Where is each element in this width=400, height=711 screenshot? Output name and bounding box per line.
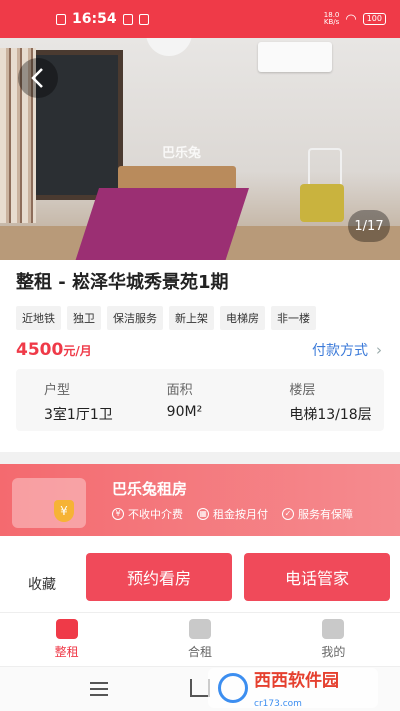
tab-whole-rent[interactable]: 整租 — [0, 613, 133, 666]
book-viewing-button[interactable]: 预约看房 — [86, 553, 232, 601]
check-icon: ✓ — [282, 508, 294, 520]
yuan-icon: ¥ — [112, 508, 124, 520]
air-conditioner — [258, 42, 332, 72]
payment-method-link[interactable]: 付款方式 › — [312, 340, 382, 360]
tab-mine[interactable]: 我的 — [267, 613, 400, 666]
bottom-tab-bar: 整租 合租 我的 — [0, 612, 400, 666]
site-watermark-logo: 西西软件园 cr173.com — [208, 668, 378, 709]
chair — [300, 184, 344, 222]
status-time: 16:54 — [72, 11, 117, 27]
status-bar: 16:54 18.0 KB/s ◠ 100 — [0, 0, 400, 38]
banner-title: 巴乐兔租房 — [112, 480, 188, 498]
tag-list: 近地铁 独卫 保洁服务 新上架 电梯房 非一楼 — [16, 306, 316, 330]
specs-panel: 户型 3室1厅1卫 面积 90M² 楼层 电梯13/18层 — [16, 369, 384, 431]
house-icon — [12, 478, 86, 528]
action-bar: 收藏 预约看房 电话管家 — [0, 540, 400, 612]
tag: 电梯房 — [220, 306, 265, 330]
photo-watermark: 巴乐兔 — [162, 146, 202, 161]
logo-icon — [218, 673, 248, 703]
chevron-right-icon: › — [376, 341, 382, 359]
price: 4500元/月 — [16, 340, 92, 360]
back-button[interactable] — [18, 58, 58, 98]
chevron-left-icon — [31, 68, 43, 88]
promo-banner[interactable]: ¥ 巴乐兔租房 ¥ 不收中介费 ▦ 租金按月付 ✓ 服务有保障 — [0, 464, 400, 536]
feature-item: ▦ 租金按月付 — [197, 506, 268, 522]
spec-floor: 楼层 电梯13/18层 — [289, 383, 372, 423]
menu-icon[interactable] — [90, 682, 108, 696]
listing-title: 整租 - 崧泽华城秀景苑1期 — [16, 272, 229, 293]
bed — [73, 188, 249, 260]
spec-area: 面积 90M² — [166, 383, 203, 420]
wifi-icon: ◠ — [345, 11, 357, 27]
chair-back — [308, 148, 342, 188]
tab-shared-rent[interactable]: 合租 — [133, 613, 266, 666]
section-divider — [0, 452, 400, 464]
tag: 独卫 — [67, 306, 101, 330]
tag: 近地铁 — [16, 306, 61, 330]
feature-item: ¥ 不收中介费 — [112, 506, 183, 522]
favorite-button[interactable]: 收藏 — [28, 574, 56, 594]
calendar-icon: ▦ — [197, 508, 209, 520]
tag: 非一楼 — [271, 306, 316, 330]
tag: 保洁服务 — [107, 306, 163, 330]
price-value: 4500 — [16, 340, 64, 360]
shield-icon: ¥ — [54, 500, 74, 522]
tag: 新上架 — [169, 306, 214, 330]
spec-layout: 户型 3室1厅1卫 — [44, 383, 113, 423]
battery-icon: 100 — [362, 13, 386, 25]
usb-icon — [138, 13, 149, 25]
banner-features: ¥ 不收中介费 ▦ 租金按月付 ✓ 服务有保障 — [112, 506, 353, 522]
network-speed: 18.0 KB/s — [323, 11, 340, 26]
home-icon[interactable] — [190, 679, 210, 697]
listing-detail-page: 16:54 18.0 KB/s ◠ 100 巴乐兔 1/17 整租 - 崧泽华城… — [0, 0, 400, 711]
photo-counter: 1/17 — [348, 210, 390, 242]
shared-rent-icon — [188, 619, 211, 639]
call-manager-button[interactable]: 电话管家 — [244, 553, 390, 601]
rabbit-icon — [322, 619, 345, 639]
whole-rent-icon — [55, 619, 78, 639]
room-photo-gallery[interactable]: 巴乐兔 1/17 — [0, 38, 400, 260]
feature-item: ✓ 服务有保障 — [282, 506, 353, 522]
app-notification-icon — [122, 13, 133, 25]
notification-icon — [56, 13, 66, 25]
price-unit: 元/月 — [63, 344, 92, 358]
